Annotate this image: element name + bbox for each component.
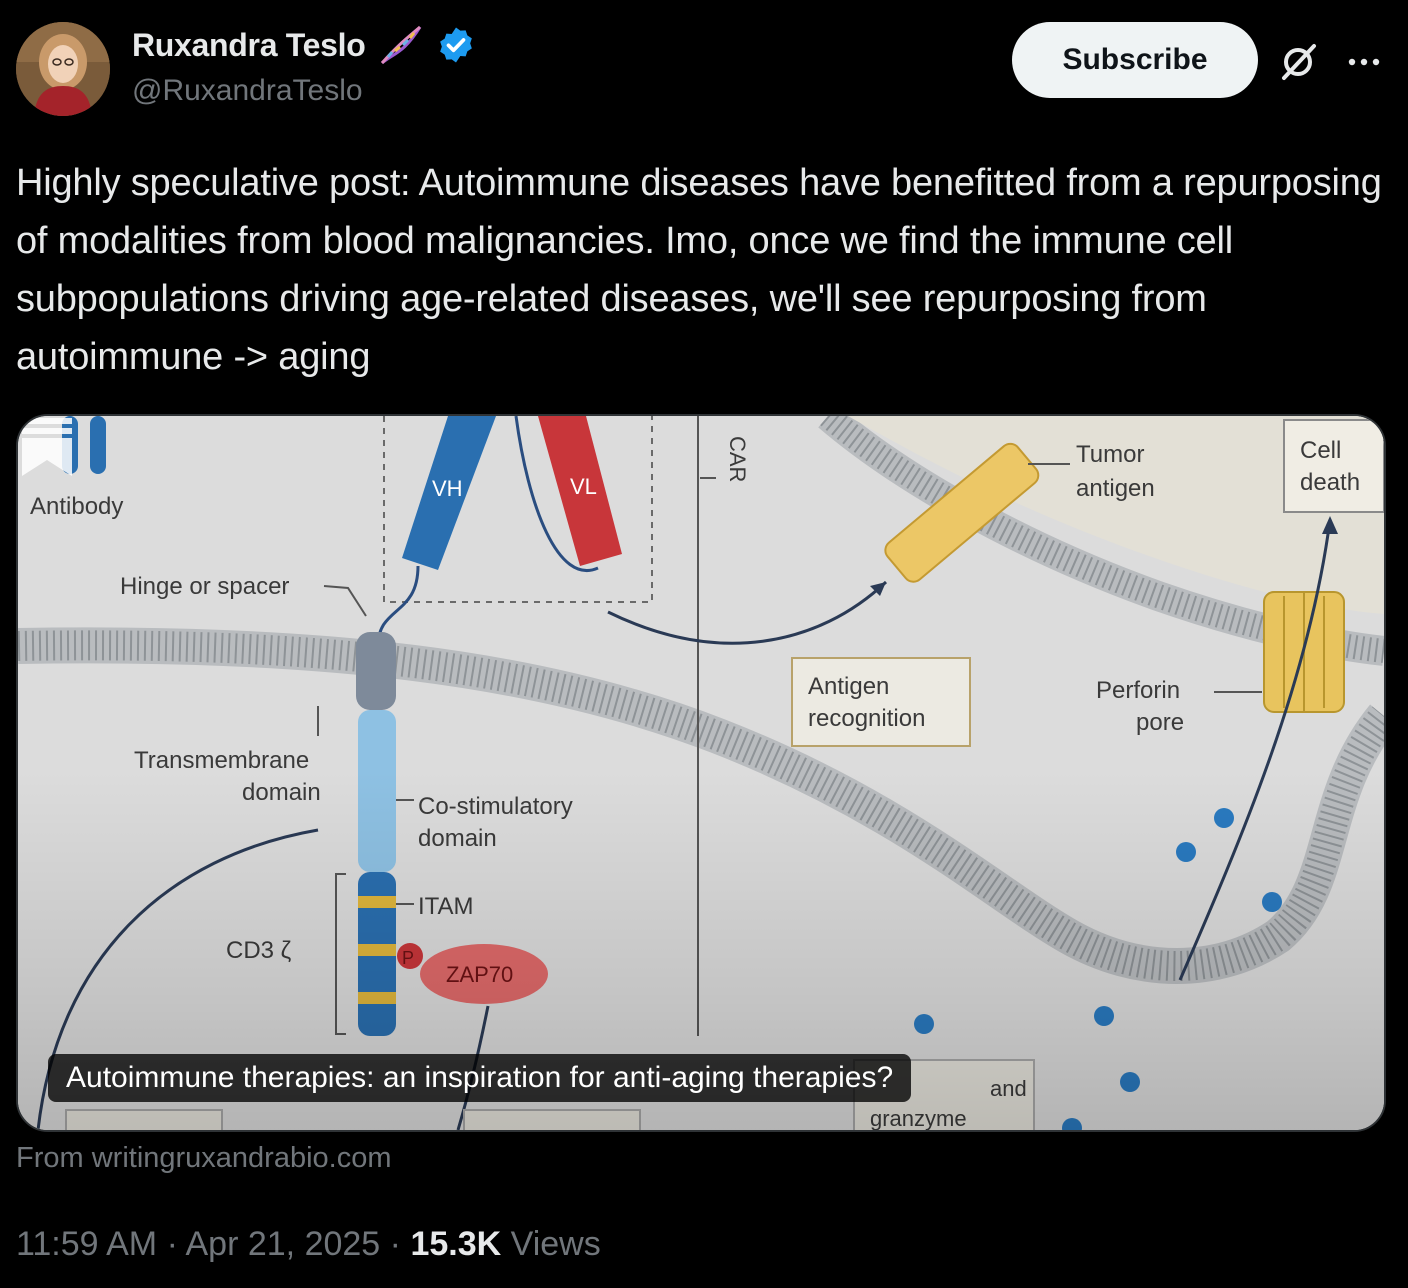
post-date[interactable]: Apr 21, 2025 bbox=[186, 1225, 381, 1263]
itam-label: ITAM bbox=[418, 893, 474, 920]
transmembrane-label-line1: Transmembrane bbox=[134, 747, 309, 774]
post-meta: 11:59 AM · Apr 21, 2025 · 15.3K Views bbox=[16, 1225, 601, 1264]
antigen-recognition-label-line1: Antigen bbox=[808, 673, 889, 700]
antibody-label: Antibody bbox=[30, 493, 123, 520]
phosphate-label: P bbox=[402, 948, 414, 968]
verified-badge-icon[interactable] bbox=[436, 25, 476, 65]
avatar[interactable] bbox=[16, 22, 110, 116]
granzyme-label-line1: and bbox=[990, 1076, 1027, 1101]
cd3-label: CD3 ζ bbox=[226, 937, 292, 964]
card-source[interactable]: From writingruxandrabio.com bbox=[16, 1142, 392, 1175]
vl-label: VL bbox=[570, 474, 597, 499]
bookmark-icon bbox=[22, 418, 72, 476]
post-time[interactable]: 11:59 AM bbox=[16, 1225, 157, 1263]
perforin-label-line1: Perforin bbox=[1096, 677, 1180, 704]
car-label: CAR bbox=[725, 436, 750, 482]
granzyme-label-line2: granzyme bbox=[870, 1106, 967, 1130]
link-card[interactable]: Antibody VH VL CAR Hinge or spacer Trans… bbox=[16, 414, 1386, 1132]
card-title[interactable]: Autoimmune therapies: an inspiration for… bbox=[48, 1054, 912, 1102]
subscribe-button[interactable]: Subscribe bbox=[1012, 22, 1258, 98]
vh-label: VH bbox=[432, 476, 463, 501]
hinge-label: Hinge or spacer bbox=[120, 573, 289, 600]
transmembrane-label-line2: domain bbox=[242, 779, 321, 806]
author-display-name[interactable]: Ruxandra Teslo bbox=[132, 27, 366, 64]
meta-separator: · bbox=[389, 1225, 401, 1263]
grok-icon[interactable] bbox=[1276, 40, 1320, 84]
card-image: Antibody VH VL CAR Hinge or spacer Trans… bbox=[18, 416, 1384, 1130]
costim-label-line1: Co-stimulatory bbox=[418, 793, 573, 820]
cell-death-label-line2: death bbox=[1300, 469, 1360, 496]
tumor-antigen-label-line2: antigen bbox=[1076, 475, 1155, 502]
post-text: Highly speculative post: Autoimmune dise… bbox=[16, 162, 1382, 378]
meta-separator: · bbox=[166, 1225, 178, 1263]
views-label[interactable]: Views bbox=[511, 1225, 601, 1263]
author-name-row: Ruxandra Teslo bbox=[132, 22, 476, 68]
antigen-recognition-label-line2: recognition bbox=[808, 705, 925, 732]
costim-label-line2: domain bbox=[418, 825, 497, 852]
author-handle[interactable]: @RuxandraTeslo bbox=[132, 74, 363, 108]
perforin-label-line2: pore bbox=[1136, 709, 1184, 736]
more-icon[interactable] bbox=[1342, 40, 1386, 84]
avatar-image bbox=[16, 22, 110, 116]
cell-death-label-line1: Cell bbox=[1300, 437, 1341, 464]
views-count[interactable]: 15.3K bbox=[410, 1225, 501, 1263]
dna-icon bbox=[380, 25, 421, 65]
tumor-antigen-label-line1: Tumor bbox=[1076, 441, 1144, 468]
zap70-label: ZAP70 bbox=[446, 962, 513, 987]
